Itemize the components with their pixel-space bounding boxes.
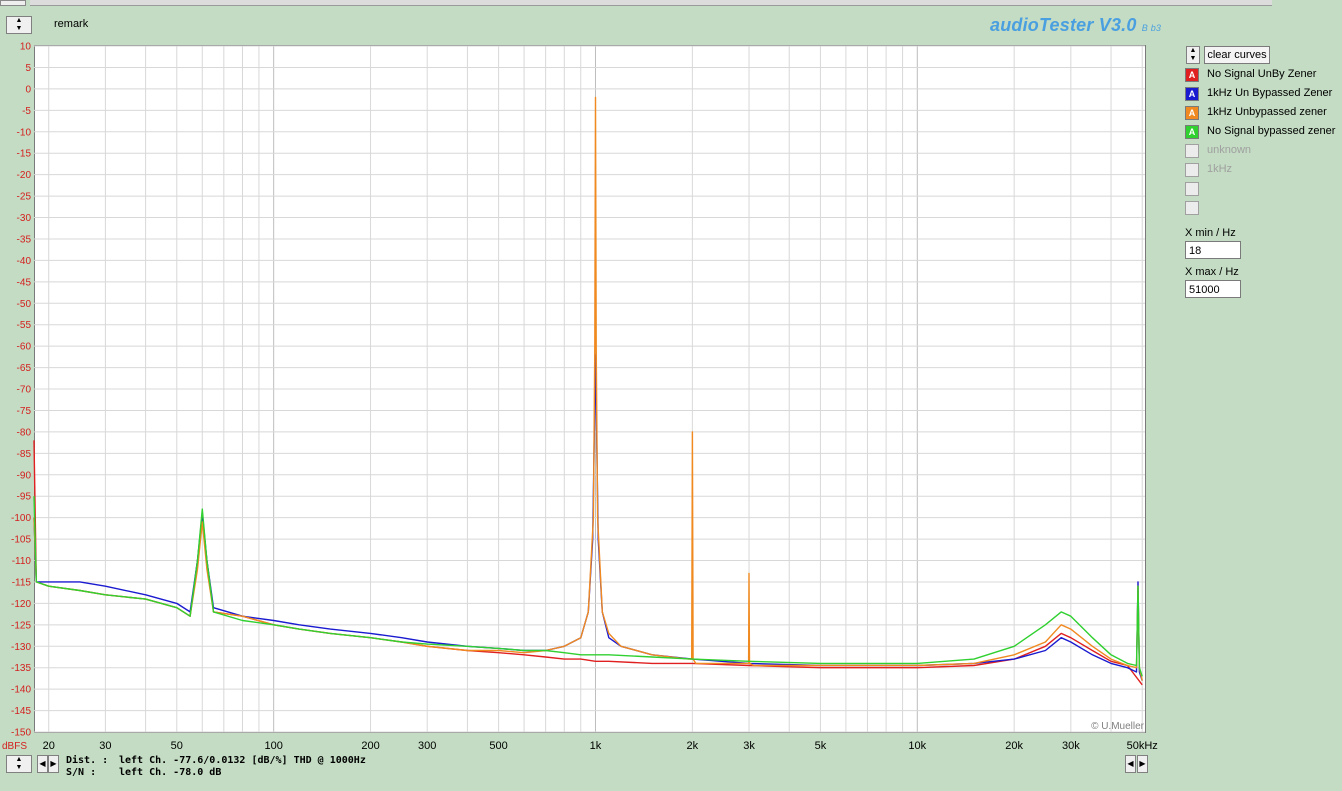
x-tick-label: 5k xyxy=(815,740,827,752)
y-tick-label: 5 xyxy=(25,63,31,74)
legend-label: unknown xyxy=(1207,144,1252,156)
y-tick-label: -45 xyxy=(17,277,32,288)
y-tick-label: -50 xyxy=(17,299,32,310)
y-tick-label: -120 xyxy=(11,599,31,610)
y-tick-label: -20 xyxy=(17,170,32,181)
x-tick-label: 200 xyxy=(361,740,379,752)
scroll-right-button[interactable]: ▶ xyxy=(48,755,59,773)
curve-color-swatch[interactable] xyxy=(1185,144,1199,158)
y-tick-label: -105 xyxy=(11,535,31,546)
sn-text: left Ch. -78.0 dB xyxy=(119,767,222,778)
legend-label: 1kHz Unbypassed zener xyxy=(1207,106,1327,118)
legend-label: 1kHz Un Bypassed Zener xyxy=(1207,87,1333,99)
y-tick-label: -115 xyxy=(12,577,32,588)
y-tick-label: -150 xyxy=(11,728,31,739)
y-tick-label: -25 xyxy=(17,192,32,203)
y-tick-label: -35 xyxy=(17,234,32,245)
y-tick-label: 0 xyxy=(25,84,31,95)
x-tick-label: 50 xyxy=(171,740,183,752)
y-tick-label: -140 xyxy=(11,685,31,696)
copyright-watermark: © U.Mueller xyxy=(1091,721,1145,732)
y-tick-label: -55 xyxy=(17,320,32,331)
curve-color-swatch[interactable] xyxy=(1185,201,1199,215)
x-tick-label: 1k xyxy=(590,740,602,752)
x-tick-label: 20k xyxy=(1005,740,1023,752)
legend-label: No Signal bypassed zener xyxy=(1207,125,1336,137)
curve-color-swatch[interactable] xyxy=(1185,163,1199,177)
x-tick-label: 30k xyxy=(1062,740,1080,752)
y-tick-label: -130 xyxy=(11,642,31,653)
y-axis-unit: dBFS xyxy=(2,741,27,752)
y-tick-label: -5 xyxy=(22,106,31,117)
dist-readout: Dist. : left Ch. -77.6/0.0132 [dB/%] THD … xyxy=(66,755,366,766)
x-tick-label: 500 xyxy=(489,740,507,752)
x-tick-label: 50kHz xyxy=(1127,740,1158,752)
y-tick-label: -65 xyxy=(17,363,32,374)
curve-color-swatch[interactable] xyxy=(1185,182,1199,196)
status-spinner[interactable]: ▲ ▼ xyxy=(6,755,32,773)
y-tick-label: 10 xyxy=(20,42,32,53)
y-tick-label: -100 xyxy=(11,513,31,524)
spectrum-chart: 1050-5-10-15-20-25-30-35-40-45-50-55-60-… xyxy=(2,42,1158,753)
xmin-input[interactable] xyxy=(1185,241,1241,259)
dist-key: Dist. : xyxy=(66,755,109,766)
y-tick-label: -40 xyxy=(17,256,32,267)
sn-readout: S/N : left Ch. -78.0 dB xyxy=(66,767,221,778)
y-tick-label: -80 xyxy=(17,427,32,438)
sn-key: S/N : xyxy=(66,767,97,778)
curve-color-swatch[interactable]: A xyxy=(1185,68,1199,82)
x-tick-label: 10k xyxy=(908,740,926,752)
x-tick-label: 300 xyxy=(418,740,436,752)
y-tick-label: -110 xyxy=(12,556,32,567)
x-tick-label: 3k xyxy=(743,740,755,752)
zoom-left-button[interactable]: ◀ xyxy=(1125,755,1136,773)
y-tick-label: -10 xyxy=(17,127,32,138)
scroll-left-button[interactable]: ◀ xyxy=(37,755,48,773)
y-tick-label: -95 xyxy=(17,492,32,503)
series-line xyxy=(33,440,1143,686)
y-tick-label: -60 xyxy=(17,342,32,353)
x-tick-label: 100 xyxy=(264,740,282,752)
y-tick-label: -70 xyxy=(17,385,32,396)
xmin-label: X min / Hz xyxy=(1185,227,1236,239)
dist-text: left Ch. -77.6/0.0132 [dB/%] THD @ 1000H… xyxy=(119,755,366,766)
xmax-input[interactable] xyxy=(1185,280,1241,298)
curve-color-swatch[interactable]: A xyxy=(1185,125,1199,139)
curve-spinner[interactable]: ▲ ▼ xyxy=(1186,46,1200,64)
x-tick-label: 2k xyxy=(687,740,699,752)
curve-color-swatch[interactable]: A xyxy=(1185,106,1199,120)
x-tick-label: 30 xyxy=(99,740,111,752)
y-tick-label: -145 xyxy=(11,706,31,717)
y-tick-label: -90 xyxy=(17,470,32,481)
y-tick-label: -30 xyxy=(17,213,32,224)
xmax-label: X max / Hz xyxy=(1185,266,1239,278)
x-tick-label: 20 xyxy=(43,740,55,752)
y-tick-label: -75 xyxy=(17,406,32,417)
zoom-right-button[interactable]: ▶ xyxy=(1137,755,1148,773)
legend-label: No Signal UnBy Zener xyxy=(1207,68,1317,80)
curve-color-swatch[interactable]: A xyxy=(1185,87,1199,101)
legend-label: 1kHz xyxy=(1207,163,1233,175)
y-tick-label: -125 xyxy=(11,620,31,631)
y-tick-label: -85 xyxy=(17,449,32,460)
y-tick-label: -135 xyxy=(11,663,31,674)
clear-curves-button[interactable]: clear curves xyxy=(1204,46,1270,64)
y-tick-label: -15 xyxy=(17,149,32,160)
series-line xyxy=(33,496,1143,677)
